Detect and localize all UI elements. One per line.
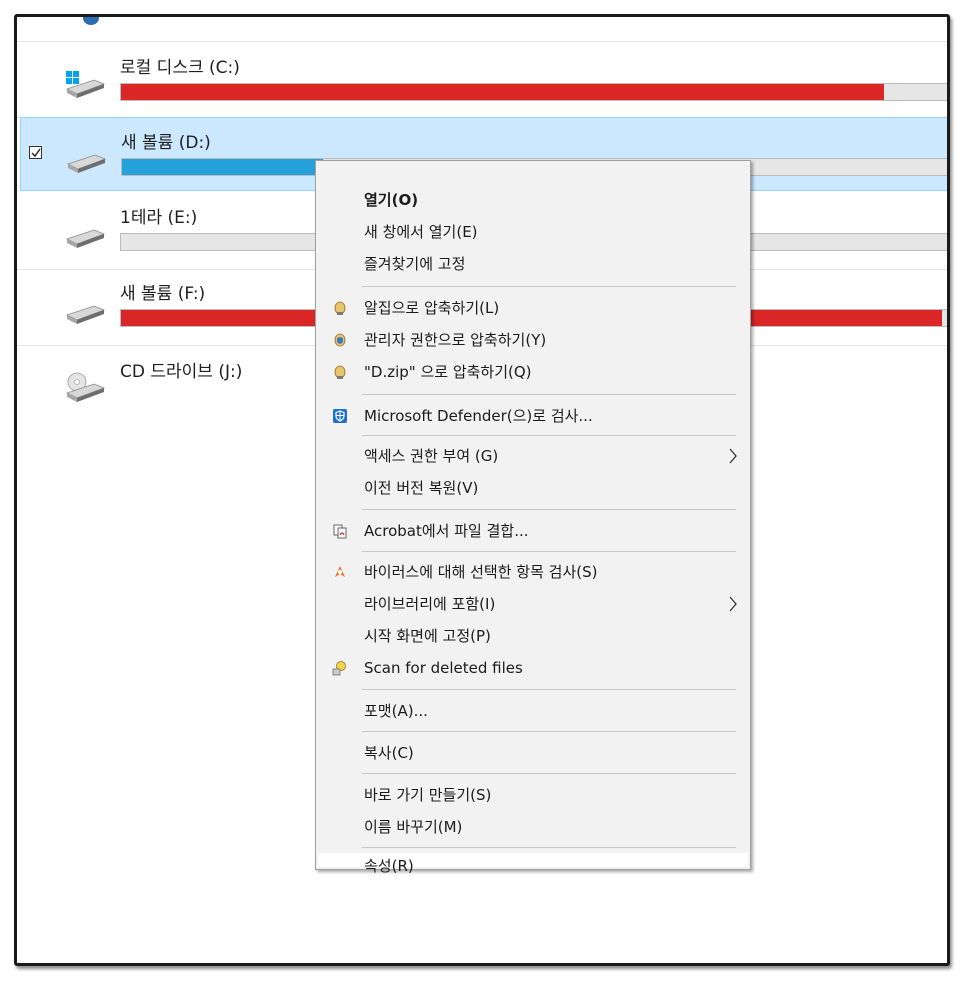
capacity-fill: [122, 159, 324, 175]
menu-separator: [362, 551, 736, 552]
alzip-icon: [334, 365, 346, 379]
menu-item-defender-scan[interactable]: Microsoft Defender(으)로 검사...: [318, 401, 748, 431]
menu-item-rename[interactable]: 이름 바꾸기(M): [318, 812, 748, 842]
menu-item-include-library[interactable]: 라이브러리에 포함(I): [318, 589, 748, 619]
menu-item-open-new-window[interactable]: 새 창에서 열기(E): [318, 217, 748, 247]
menu-item-label: 포맷(A)...: [364, 702, 428, 720]
menu-item-acrobat-combine[interactable]: Acrobat에서 파일 결합...: [318, 516, 748, 546]
hard-drive-icon: [65, 229, 106, 248]
partial-icon: [83, 17, 99, 25]
menu-item-open[interactable]: 열기(O): [318, 185, 748, 215]
menu-separator: [362, 394, 736, 395]
menu-item-label: 즐겨찾기에 고정: [364, 255, 466, 273]
menu-item-label: 바로 가기 만들기(S): [364, 786, 492, 804]
explorer-window: 로컬 디스크 (C:) 새 볼륨 (D:) 1테라 (E:) 새 볼륨 (F:)…: [14, 14, 950, 966]
menu-item-label: 액세스 권한 부여 (G): [364, 447, 499, 465]
menu-item-compress-dzip[interactable]: "D.zip" 으로 압축하기(Q): [318, 357, 748, 387]
menu-item-copy[interactable]: 복사(C): [318, 738, 748, 768]
file-recovery-icon: [332, 661, 346, 676]
menu-separator: [362, 773, 736, 774]
acrobat-combine-icon: [333, 524, 347, 539]
menu-item-label: 속성(R): [364, 857, 414, 875]
drive-name: CD 드라이브 (J:): [120, 362, 243, 382]
cd-drive-icon: [65, 372, 106, 402]
chevron-right-icon: [729, 596, 737, 612]
menu-item-label: 알집으로 압축하기(L): [364, 299, 500, 317]
menu-separator: [362, 689, 736, 690]
menu-item-label: 바이러스에 대해 선택한 항목 검사(S): [364, 563, 598, 581]
alzip-icon: [334, 301, 346, 315]
menu-separator: [362, 509, 736, 510]
checkmark-icon: [31, 148, 41, 158]
menu-item-label: 라이브러리에 포함(I): [364, 595, 496, 613]
menu-separator: [362, 435, 736, 436]
hard-drive-icon: [65, 305, 106, 324]
menu-item-label: 열기(O): [364, 191, 419, 209]
menu-item-virus-scan[interactable]: 바이러스에 대해 선택한 항목 검사(S): [318, 557, 748, 587]
menu-item-label: 복사(C): [364, 744, 414, 762]
divider: [17, 41, 947, 42]
drive-name: 새 볼륨 (D:): [121, 133, 211, 153]
menu-item-label: 이전 버전 복원(V): [364, 479, 479, 497]
menu-item-pin-start[interactable]: 시작 화면에 고정(P): [318, 621, 748, 651]
menu-item-properties[interactable]: 속성(R): [318, 853, 748, 875]
menu-item-format[interactable]: 포맷(A)...: [318, 696, 748, 726]
hard-drive-icon: [66, 154, 107, 173]
menu-item-pin-quick-access[interactable]: 즐겨찾기에 고정: [318, 249, 748, 279]
hard-drive-icon: [65, 71, 106, 98]
drive-name: 새 볼륨 (F:): [120, 284, 206, 304]
menu-item-alzip-compress[interactable]: 알집으로 압축하기(L): [318, 293, 748, 323]
drive-item-c[interactable]: 로컬 디스크 (C:): [20, 43, 947, 117]
avast-icon: [335, 566, 345, 577]
menu-item-scan-deleted[interactable]: Scan for deleted files: [318, 653, 748, 683]
menu-item-restore-previous[interactable]: 이전 버전 복원(V): [318, 473, 748, 503]
select-checkbox[interactable]: [29, 146, 42, 159]
menu-item-create-shortcut[interactable]: 바로 가기 만들기(S): [318, 780, 748, 810]
menu-item-label: Microsoft Defender(으)로 검사...: [364, 407, 593, 425]
menu-item-label: 이름 바꾸기(M): [364, 818, 463, 836]
menu-separator: [362, 286, 736, 287]
menu-item-label: Acrobat에서 파일 결합...: [364, 522, 529, 540]
menu-item-label: 시작 화면에 고정(P): [364, 627, 491, 645]
menu-item-label: "D.zip" 으로 압축하기(Q): [364, 363, 532, 381]
menu-separator: [362, 847, 736, 848]
menu-item-label: 새 창에서 열기(E): [364, 223, 478, 241]
context-menu: 열기(O) 새 창에서 열기(E) 즐겨찾기에 고정 알집으로 압축하기(L) …: [315, 160, 751, 875]
alzip-admin-icon: [334, 333, 346, 347]
drive-name: 1테라 (E:): [120, 208, 198, 228]
capacity-bar: [120, 83, 947, 101]
capacity-fill: [121, 84, 884, 100]
chevron-right-icon: [729, 448, 737, 464]
menu-item-alzip-admin[interactable]: 관리자 권한으로 압축하기(Y): [318, 325, 748, 355]
menu-item-label: 관리자 권한으로 압축하기(Y): [364, 331, 547, 349]
defender-shield-icon: [333, 409, 347, 423]
menu-item-give-access[interactable]: 액세스 권한 부여 (G): [318, 441, 748, 471]
menu-separator: [362, 731, 736, 732]
drive-name: 로컬 디스크 (C:): [120, 58, 240, 78]
menu-item-label: Scan for deleted files: [364, 659, 523, 677]
